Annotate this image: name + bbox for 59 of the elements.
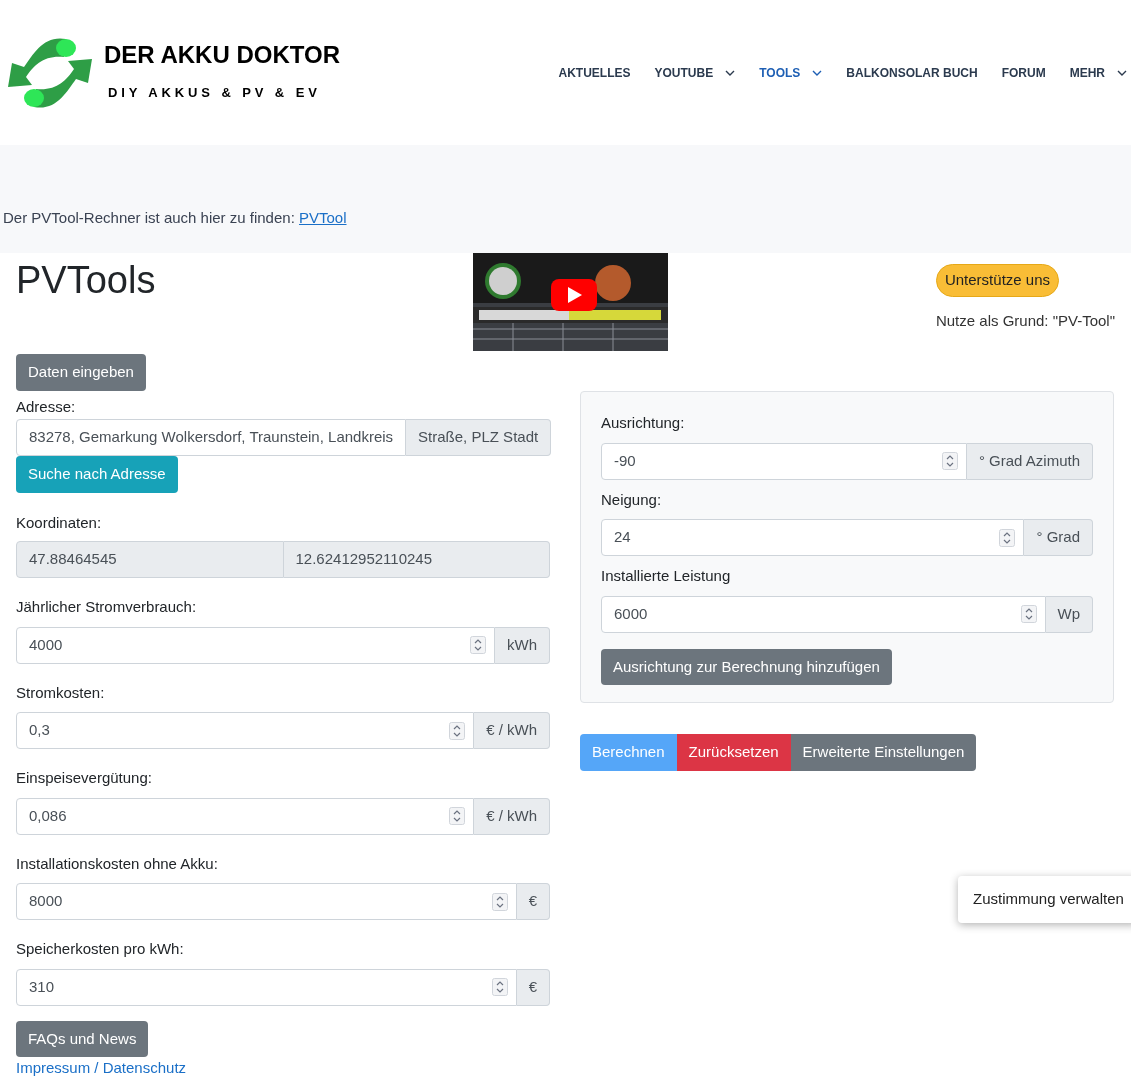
field-label: Installierte Leistung [601,566,732,586]
chevron-down-icon [812,69,823,76]
faq-button[interactable]: FAQs und News [16,1020,149,1057]
imprint-link[interactable]: Impressum / Datenschutz [16,1057,187,1080]
nav-link[interactable]: AKTUELLES [558,63,631,82]
nav-link[interactable]: FORUM [1001,63,1046,82]
page-title: PVTools [16,258,157,303]
number-field[interactable]: 4000 [16,626,495,664]
field-label: Adresse: [16,396,77,417]
field-label: Speicherkosten pro kWh: [16,939,185,959]
logo-title: DER AKKU DOKTOR [104,42,340,67]
number-field[interactable]: 310 [16,968,517,1006]
unit-label: € / kWh [474,712,550,749]
spinner-icon[interactable] [449,721,466,740]
unit-label: € / kWh [474,797,550,835]
spinner-icon[interactable] [470,636,486,654]
field-label: Koordinaten: [16,512,103,533]
unit-label: ° Grad [1024,519,1093,556]
field-label: Installationskosten ohne Akku: [16,853,219,874]
add-orientation-button[interactable]: Ausrichtung zur Berechnung hinzufügen [601,648,892,685]
spinner-icon[interactable] [449,807,466,825]
logo-tagline: DIY AKKUS & PV & EV [108,83,322,102]
consent-button[interactable]: Zustimmung verwalten [958,876,1131,923]
unit-label: ° Grad Azimuth [966,442,1093,480]
spinner-icon[interactable] [1020,605,1037,623]
address-hint: Straße, PLZ Stadt [406,419,552,456]
number-field[interactable]: 8000 [16,883,517,920]
number-field[interactable]: 0,3 [16,712,475,749]
field-label: Neigung: [601,489,663,510]
unit-label: € [516,968,550,1006]
enter-data-button[interactable]: Daten eingeben [16,354,146,391]
address-field[interactable]: 83278, Gemarkung Wolkersdorf, Traunstein, Landkreis [16,419,407,456]
chevron-down-icon [1117,69,1127,76]
unit-label: € [516,883,550,920]
spinner-icon[interactable] [491,978,508,996]
support-note: Nutze als Grund: "PV-Tool" [935,310,1115,331]
spinner-icon[interactable] [491,892,508,911]
action-button[interactable]: Erweiterte Einstellungen [790,734,977,771]
chevron-down-icon [725,69,736,76]
number-field[interactable]: -90 [601,442,967,480]
action-button[interactable]: Zurücksetzen [676,734,791,771]
pvtool-link[interactable]: PVTool [299,208,347,226]
spinner-icon[interactable] [941,452,958,470]
number-field[interactable]: 0,086 [16,797,475,835]
field-label: Jährlicher Stromverbrauch: [16,597,198,617]
nav-link[interactable]: BALKONSOLAR BUCH [846,63,978,82]
field-label: Stromkosten: [16,682,106,703]
nav-link[interactable]: TOOLS [759,63,823,82]
field-label: Ausrichtung: [601,413,686,433]
notice-text: Der PVTool-Rechner ist auch hier zu finden: PVTool [3,207,347,228]
unit-label: Wp [1045,595,1093,633]
number-field[interactable]: 6000 [601,595,1046,633]
field-label: Einspeisevergütung: [16,768,153,788]
spinner-icon[interactable] [999,528,1016,547]
nav-link[interactable]: MEHR [1069,63,1127,82]
unit-label: kWh [495,626,550,664]
nav-link[interactable]: YOUTUBE [654,63,736,82]
number-field[interactable]: 24 [601,519,1025,556]
support-button[interactable]: Unterstütze uns [935,264,1059,297]
